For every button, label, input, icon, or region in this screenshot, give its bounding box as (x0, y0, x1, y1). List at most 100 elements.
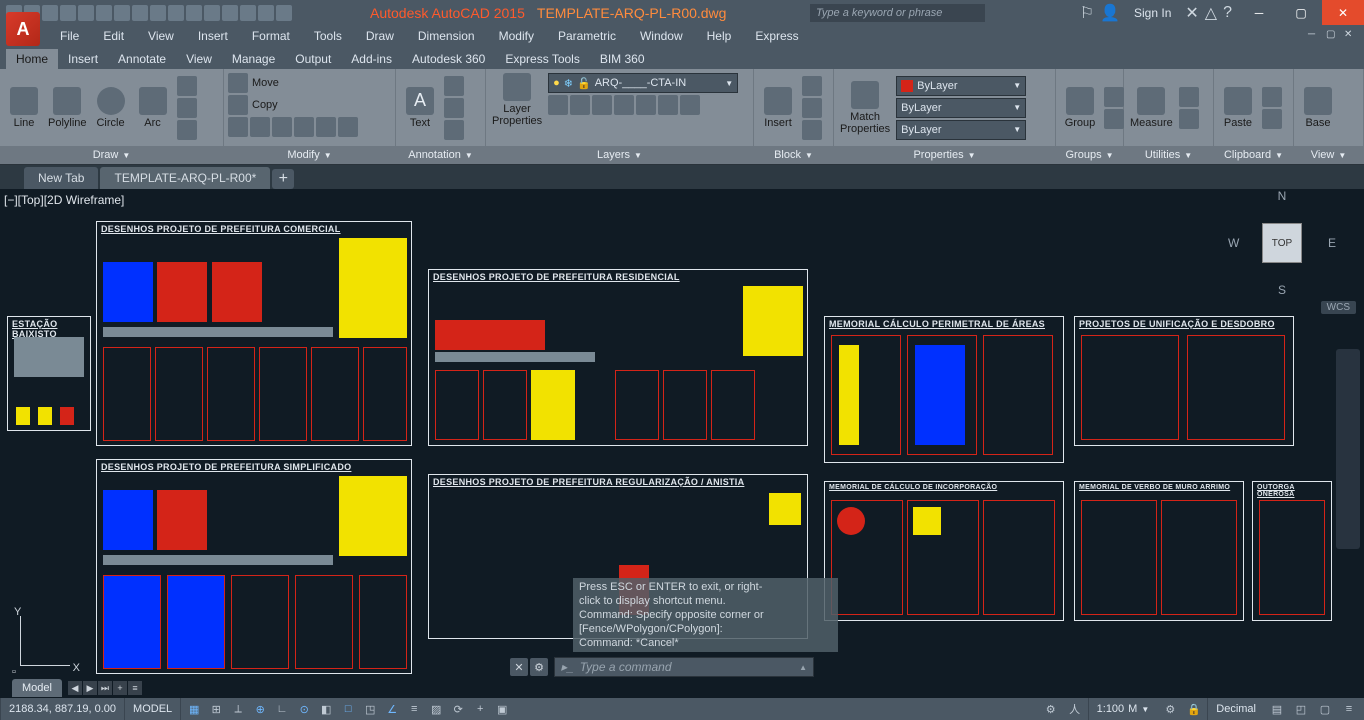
panel-block-label[interactable]: Block (774, 149, 801, 161)
panel-properties-label[interactable]: Properties (913, 149, 963, 161)
menu-tools[interactable]: Tools (302, 29, 354, 43)
menu-parametric[interactable]: Parametric (546, 29, 628, 43)
qat-btn-10[interactable] (168, 5, 184, 21)
qat-plot-icon[interactable] (78, 5, 94, 21)
window-close-button[interactable]: ✕ (1322, 0, 1364, 25)
viewcube-w[interactable]: W (1228, 236, 1239, 250)
infocenter-search[interactable]: Type a keyword or phrase (810, 4, 985, 22)
status-annomonitor-icon[interactable]: + (469, 699, 491, 719)
status-ortho-icon[interactable]: ∟ (271, 699, 293, 719)
viewcube-s[interactable]: S (1278, 283, 1286, 297)
panel-annotation-label[interactable]: Annotation (408, 149, 461, 161)
menu-express[interactable]: Express (743, 29, 810, 43)
qat-btn-11[interactable] (186, 5, 202, 21)
tool-line[interactable]: Line (6, 87, 42, 129)
status-coords[interactable]: 2188.34, 887.19, 0.00 (0, 698, 124, 720)
signin-button[interactable]: Sign In (1126, 6, 1179, 20)
status-model[interactable]: MODEL (124, 698, 180, 720)
status-3dosnap-icon[interactable]: ◳ (359, 699, 381, 719)
modify-s4[interactable] (294, 117, 314, 137)
tab-home[interactable]: Home (6, 49, 58, 69)
doc-restore-icon[interactable]: ▢ (1326, 29, 1340, 43)
tool-move[interactable]: Move (228, 73, 279, 93)
linetype-combo[interactable]: ByLayer▼ (896, 120, 1026, 140)
grp-s2[interactable] (1104, 109, 1124, 129)
panel-utilities-label[interactable]: Utilities (1145, 149, 1180, 161)
status-workspace-icon[interactable]: ⚙ (1040, 699, 1062, 719)
tool-text[interactable]: AText (402, 87, 438, 129)
file-tab-new[interactable]: New Tab (24, 167, 98, 189)
status-iso-icon[interactable]: ◧ (315, 699, 337, 719)
panel-layers-label[interactable]: Layers (597, 149, 630, 161)
menu-modify[interactable]: Modify (487, 29, 546, 43)
menu-dimension[interactable]: Dimension (406, 29, 487, 43)
tool-paste[interactable]: Paste (1220, 87, 1256, 129)
layer-s3[interactable] (592, 95, 612, 115)
layout-next-icon[interactable]: ▶ (83, 681, 97, 695)
a360-icon[interactable]: △ (1205, 3, 1217, 23)
anno-s1[interactable] (444, 76, 464, 96)
menu-help[interactable]: Help (695, 29, 744, 43)
doc-close-icon[interactable]: ✕ (1344, 29, 1358, 43)
qat-redo-icon[interactable] (114, 5, 130, 21)
panel-view-label[interactable]: View (1311, 149, 1335, 161)
layer-s6[interactable] (658, 95, 678, 115)
status-clean-icon[interactable]: ▢ (1314, 699, 1336, 719)
qat-btn-15[interactable] (258, 5, 274, 21)
clip-s2[interactable] (1262, 109, 1282, 129)
layer-s5[interactable] (636, 95, 656, 115)
tool-insert-block[interactable]: Insert (760, 87, 796, 129)
cmd-close-icon[interactable]: ✕ (510, 658, 528, 676)
tab-annotate[interactable]: Annotate (108, 49, 176, 69)
status-lock-icon[interactable]: 🔒 (1183, 699, 1205, 719)
exchange-icon[interactable]: ✕ (1185, 3, 1198, 23)
util-s2[interactable] (1179, 109, 1199, 129)
menu-file[interactable]: File (48, 29, 91, 43)
tab-manage[interactable]: Manage (222, 49, 285, 69)
viewcube-top[interactable]: TOP (1262, 223, 1302, 263)
modify-s5[interactable] (316, 117, 336, 137)
qat-undo-icon[interactable] (96, 5, 112, 21)
status-customize-icon[interactable]: ≡ (1338, 699, 1360, 719)
menu-edit[interactable]: Edit (91, 29, 136, 43)
layout-menu-icon[interactable]: ≡ (128, 681, 142, 695)
tab-bim360[interactable]: BIM 360 (590, 49, 655, 69)
signin-icon[interactable]: 👤 (1100, 3, 1120, 23)
cmd-config-icon[interactable]: ⚙ (530, 658, 548, 676)
layer-s2[interactable] (570, 95, 590, 115)
status-ws-switch-icon[interactable]: ⚙ (1159, 699, 1181, 719)
clip-s1[interactable] (1262, 87, 1282, 107)
status-scale[interactable]: 1:100M▼ (1088, 698, 1158, 720)
tab-addins[interactable]: Add-ins (341, 49, 402, 69)
status-otrack-icon[interactable]: ∠ (381, 699, 403, 719)
color-combo[interactable]: ByLayer▼ (896, 76, 1026, 96)
window-maximize-button[interactable]: ▢ (1280, 0, 1322, 25)
ucs-icon[interactable]: X Y ▫ (10, 606, 80, 676)
anno-s2[interactable] (444, 98, 464, 118)
tab-autodesk360[interactable]: Autodesk 360 (402, 49, 495, 69)
modify-s2[interactable] (250, 117, 270, 137)
menu-insert[interactable]: Insert (186, 29, 240, 43)
viewport-label[interactable]: [−][Top][2D Wireframe] (4, 193, 124, 207)
doc-minimize-icon[interactable]: ─ (1308, 29, 1322, 43)
menu-window[interactable]: Window (628, 29, 695, 43)
model-tab[interactable]: Model (12, 679, 62, 697)
command-input[interactable]: ▸_ Type a command ▲ (554, 657, 814, 677)
help-icon[interactable]: ? (1223, 4, 1232, 22)
tab-view[interactable]: View (176, 49, 222, 69)
cmd-history-toggle-icon[interactable]: ▲ (799, 663, 807, 672)
block-s1[interactable] (802, 76, 822, 96)
qat-btn-16[interactable] (276, 5, 292, 21)
menu-view[interactable]: View (136, 29, 186, 43)
layer-combo[interactable]: ●❄🔓ARQ-____-CTA-IN▼ (548, 73, 738, 93)
window-minimize-button[interactable]: ─ (1238, 0, 1280, 25)
tab-insert[interactable]: Insert (58, 49, 108, 69)
status-units-format[interactable]: Decimal (1207, 698, 1264, 720)
tool-measure[interactable]: Measure (1130, 87, 1173, 129)
viewcube[interactable]: N S E W TOP (1232, 193, 1332, 293)
layout-prev-icon[interactable]: ◀ (68, 681, 82, 695)
status-infer-icon[interactable]: ⟂ (227, 699, 249, 719)
qat-btn-14[interactable] (240, 5, 256, 21)
status-osnap-icon[interactable]: □ (337, 699, 359, 719)
draw-small-2[interactable] (177, 98, 197, 118)
